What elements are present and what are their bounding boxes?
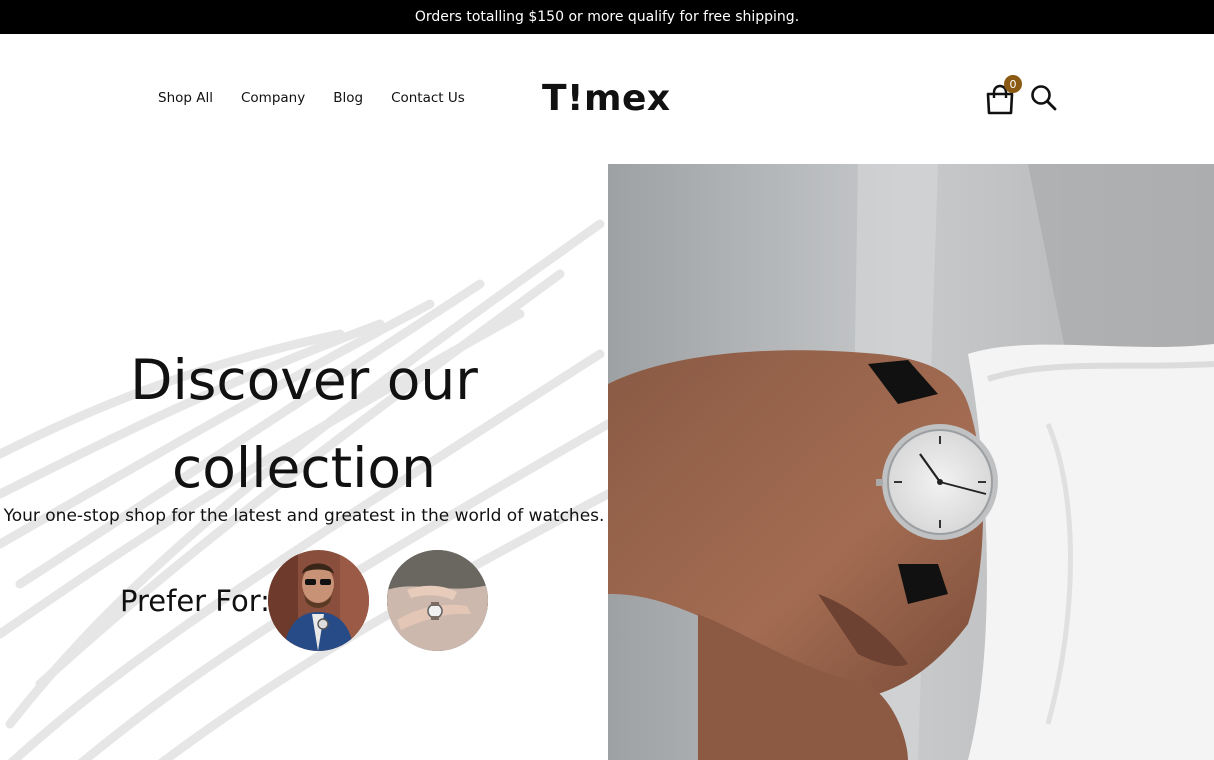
prefer-for-label: Prefer For: <box>120 584 270 618</box>
hero-subheadline: Your one-stop shop for the latest and gr… <box>3 506 605 526</box>
men-category-image <box>268 550 369 651</box>
women-category-button[interactable] <box>387 550 488 651</box>
nav-blog[interactable]: Blog <box>333 90 363 106</box>
site-header: Shop All Company Blog Contact Us T!mex 0 <box>0 34 1214 164</box>
nav-company[interactable]: Company <box>241 90 305 106</box>
headline-line-1: Discover our <box>130 348 478 412</box>
search-icon <box>1031 85 1057 111</box>
cart-button[interactable]: 0 <box>984 75 1022 116</box>
nav-contact-us[interactable]: Contact Us <box>391 90 465 106</box>
men-category-button[interactable] <box>268 550 369 651</box>
main-nav: Shop All Company Blog Contact Us <box>158 90 465 106</box>
search-button[interactable] <box>1030 84 1058 112</box>
promo-text: Orders totalling $150 or more qualify fo… <box>414 9 800 25</box>
wristwatch-photo <box>608 164 1214 760</box>
hero-image-panel <box>608 164 1214 760</box>
hero-headline: Discover our collection <box>0 336 608 512</box>
hero-text-panel: Discover our collection Your one-stop sh… <box>0 164 608 760</box>
brand-logo[interactable]: T!mex <box>542 78 671 119</box>
cart-count-badge: 0 <box>1004 75 1022 93</box>
nav-shop-all[interactable]: Shop All <box>158 90 213 106</box>
headline-line-2: collection <box>172 436 436 500</box>
women-category-image <box>387 550 488 651</box>
promo-bar: Orders totalling $150 or more qualify fo… <box>0 0 1214 34</box>
